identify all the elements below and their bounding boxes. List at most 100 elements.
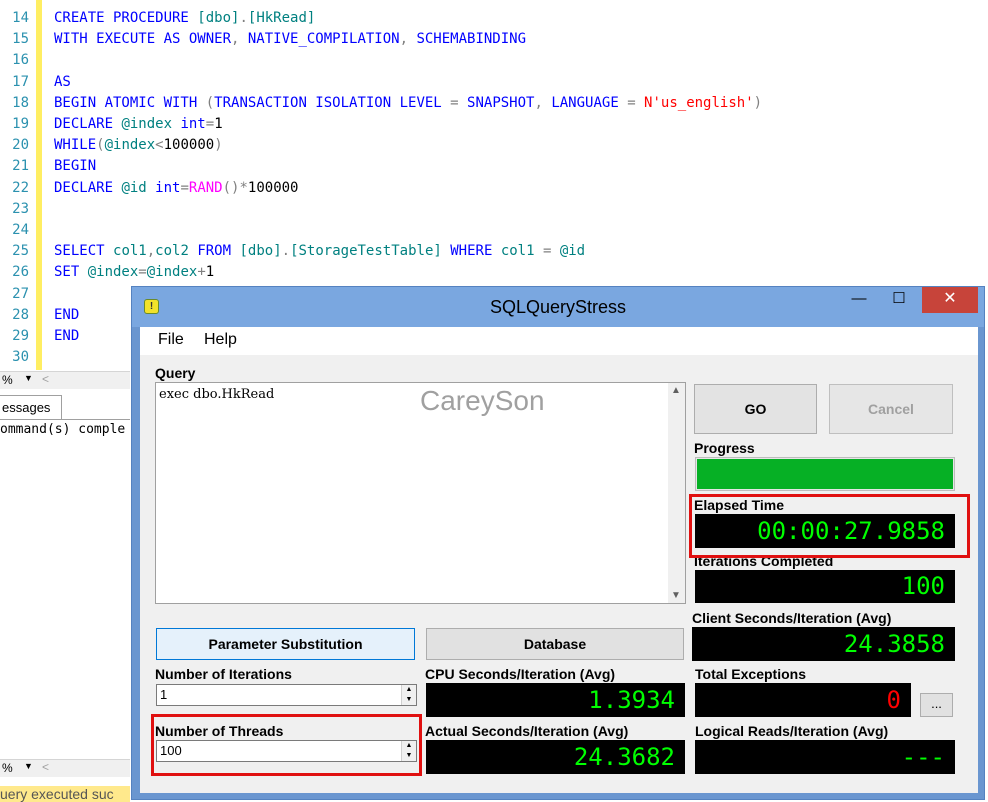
code-text: BEGIN ATOMIC WITH (TRANSACTION ISOLATION… bbox=[54, 93, 762, 114]
line-number: 14 bbox=[12, 10, 29, 26]
code-token: [HkRead] bbox=[247, 10, 316, 26]
logical-reads-display: --- bbox=[695, 740, 955, 774]
query-input[interactable]: exec dbo.HkRead CareySon ▲ ▼ bbox=[155, 382, 686, 604]
number-of-iterations-stepper[interactable]: 1 ▲ ▼ bbox=[156, 684, 417, 706]
client-seconds-label: Client Seconds/Iteration (Avg) bbox=[692, 610, 892, 626]
highlight-elapsed-time bbox=[689, 494, 970, 558]
scroll-left-icon[interactable]: < bbox=[42, 372, 49, 386]
minimize-icon: — bbox=[851, 290, 867, 307]
line-number: 16 bbox=[12, 52, 29, 69]
exceptions-details-button[interactable]: ... bbox=[920, 693, 953, 717]
total-exceptions-label: Total Exceptions bbox=[695, 666, 806, 682]
scroll-down-icon[interactable]: ▼ bbox=[671, 590, 681, 601]
tab-messages[interactable]: essages bbox=[0, 395, 62, 419]
results-zoom-bar[interactable]: % ▼ < bbox=[0, 759, 130, 777]
code-token: col1 bbox=[500, 243, 543, 260]
query-status-text: uery executed suc bbox=[0, 786, 114, 802]
progress-bar bbox=[695, 457, 955, 491]
code-token: [dbo] bbox=[197, 10, 240, 26]
code-text: DECLARE @index int=1 bbox=[54, 114, 223, 135]
chevron-down-icon[interactable]: ▼ bbox=[24, 761, 33, 771]
code-token: BEGIN bbox=[54, 158, 97, 175]
editor-zoom-bar[interactable]: % ▼ < bbox=[0, 371, 130, 389]
stepper-controls[interactable]: ▲ ▼ bbox=[401, 685, 416, 705]
code-token: NATIVE_COMPILATION bbox=[247, 31, 400, 48]
code-token: ) bbox=[753, 94, 763, 111]
code-token: ) bbox=[214, 137, 223, 154]
menu-help[interactable]: Help bbox=[204, 331, 237, 349]
code-token: . bbox=[239, 10, 248, 26]
line-number: 30 bbox=[12, 349, 29, 366]
code-line: 23 bbox=[0, 199, 988, 220]
query-label: Query bbox=[155, 365, 196, 381]
code-token: 100000 bbox=[247, 179, 299, 196]
zoom-level[interactable]: % bbox=[2, 373, 13, 387]
code-token: END bbox=[54, 306, 80, 323]
line-number: 17 bbox=[12, 73, 29, 90]
code-token: SELECT bbox=[54, 243, 114, 260]
code-token: SET bbox=[54, 264, 88, 281]
code-line: 20 WHILE(@index<100000) bbox=[0, 135, 988, 156]
code-token: , bbox=[231, 31, 248, 48]
query-text: exec dbo.HkRead bbox=[159, 387, 275, 402]
cpu-seconds-label: CPU Seconds/Iteration (Avg) bbox=[425, 666, 616, 682]
close-icon: ✕ bbox=[943, 290, 957, 307]
scroll-left-icon[interactable]: < bbox=[42, 760, 49, 774]
line-number: 20 bbox=[12, 137, 29, 154]
progress-fill bbox=[697, 459, 953, 489]
title-bar[interactable]: ! SQLQueryStress — ☐ ✕ bbox=[132, 287, 984, 327]
client-seconds-display: 24.3858 bbox=[692, 627, 955, 661]
code-token: FROM bbox=[197, 243, 240, 260]
code-token: CREATE PROCEDURE bbox=[54, 10, 198, 26]
code-line: 19 DECLARE @index int=1 bbox=[0, 114, 988, 135]
actual-seconds-label: Actual Seconds/Iteration (Avg) bbox=[425, 723, 629, 739]
chevron-down-icon[interactable]: ▼ bbox=[24, 373, 33, 383]
code-token: ()* bbox=[222, 179, 248, 196]
database-button[interactable]: Database bbox=[426, 628, 684, 660]
minimize-button[interactable]: — bbox=[842, 287, 876, 313]
go-button[interactable]: GO bbox=[694, 384, 817, 434]
code-token: . bbox=[281, 243, 291, 260]
query-scrollbar[interactable]: ▲ ▼ bbox=[668, 383, 685, 603]
code-text: SET @index=@index+1 bbox=[54, 262, 214, 283]
stepper-down-icon[interactable]: ▼ bbox=[402, 695, 416, 705]
code-token: = bbox=[138, 264, 147, 281]
messages-panel bbox=[0, 419, 130, 759]
code-text: END bbox=[54, 326, 79, 347]
code-token: 100000 bbox=[163, 137, 215, 154]
stepper-up-icon[interactable]: ▲ bbox=[402, 685, 416, 695]
code-token: , bbox=[534, 94, 552, 111]
scroll-up-icon[interactable]: ▲ bbox=[671, 385, 681, 396]
query-status-bar: uery executed suc bbox=[0, 786, 130, 802]
code-token: int bbox=[180, 116, 206, 132]
results-zoom-level[interactable]: % bbox=[2, 761, 13, 775]
close-button[interactable]: ✕ bbox=[922, 287, 978, 313]
iterations-completed-display: 100 bbox=[695, 570, 955, 603]
code-token: ( bbox=[96, 137, 105, 154]
code-text: AS bbox=[54, 72, 71, 93]
code-line: 14 CREATE PROCEDURE [dbo].[HkRead] bbox=[0, 8, 988, 29]
code-token: , bbox=[146, 243, 156, 260]
code-line: 18 BEGIN ATOMIC WITH (TRANSACTION ISOLATI… bbox=[0, 93, 988, 114]
code-text: BEGIN bbox=[54, 156, 96, 177]
number-of-iterations-value: 1 bbox=[160, 687, 168, 702]
code-line: 17 AS bbox=[0, 72, 988, 93]
logical-reads-label: Logical Reads/Iteration (Avg) bbox=[695, 723, 889, 739]
code-text: WHILE(@index<100000) bbox=[54, 135, 223, 156]
maximize-button[interactable]: ☐ bbox=[876, 287, 922, 313]
maximize-icon: ☐ bbox=[892, 290, 906, 307]
menu-file[interactable]: File bbox=[158, 331, 184, 349]
code-token: WHILE bbox=[54, 137, 97, 154]
code-line: 21 BEGIN bbox=[0, 156, 988, 177]
code-token: AS bbox=[54, 73, 71, 90]
line-number: 24 bbox=[12, 222, 29, 238]
line-number: 26 bbox=[12, 264, 29, 281]
cancel-button[interactable]: Cancel bbox=[829, 384, 953, 434]
code-token: 1 bbox=[205, 264, 215, 281]
parameter-substitution-button[interactable]: Parameter Substitution bbox=[156, 628, 415, 660]
code-token: DECLARE bbox=[54, 179, 122, 196]
code-token: + bbox=[197, 264, 206, 281]
code-text: CREATE PROCEDURE [dbo].[HkRead] bbox=[54, 8, 315, 29]
line-number: 22 bbox=[12, 179, 29, 196]
code-token: = bbox=[542, 243, 560, 260]
